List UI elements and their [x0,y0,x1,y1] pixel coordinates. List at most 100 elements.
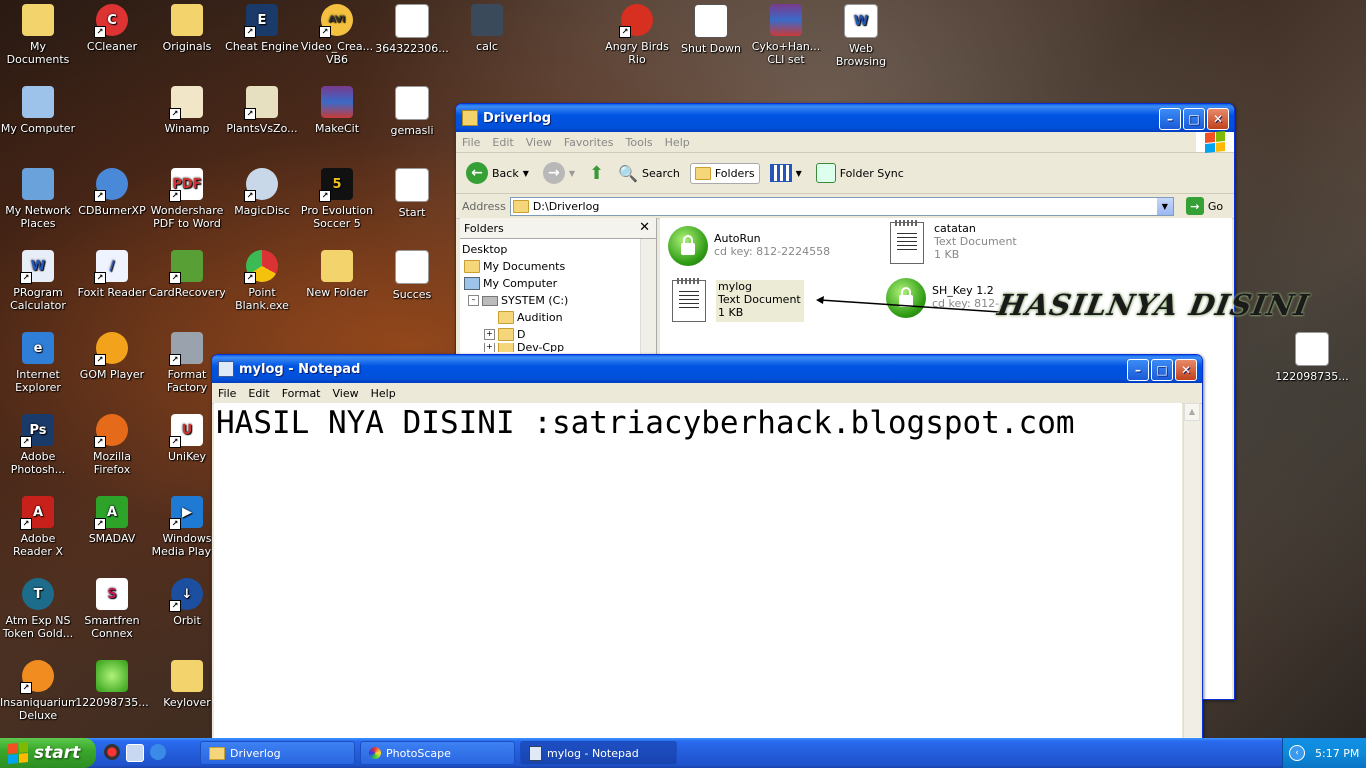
desktop-icon-calc[interactable]: calc [449,4,525,53]
show-desktop-icon[interactable] [126,744,144,762]
go-button[interactable]: → Go [1185,197,1223,215]
desktop-icon-magicdisc[interactable]: MagicDisc [224,168,300,217]
desktop-icon-cyko[interactable]: Cyko+Han... CLI set [748,4,824,66]
desktop-icon-ccleaner[interactable]: CCCleaner [74,4,150,53]
menu-view[interactable]: View [327,387,365,400]
desktop-icon-adobe-reader[interactable]: AAdobe Reader X [0,496,76,558]
menu-tools[interactable]: Tools [620,136,659,149]
desktop-icon-start[interactable]: Start [374,168,450,219]
menu-file[interactable]: File [456,136,486,149]
internet-explorer-icon[interactable] [150,744,166,760]
desktop-icon-new-folder[interactable]: New Folder [299,250,375,299]
desktop-icon-smartfren[interactable]: SSmartfren Connex CE6... [74,578,150,640]
desktop-icon-web-browsing[interactable]: W Web Browsing [823,4,899,68]
maximize-button[interactable]: □ [1183,108,1205,130]
minimize-button[interactable]: – [1127,359,1149,381]
record-icon[interactable] [104,744,120,760]
menu-help[interactable]: Help [365,387,402,400]
tree-item-my-documents[interactable]: My Documents [462,258,654,275]
tray-expand-icon[interactable]: ‹ [1289,745,1305,761]
menu-format[interactable]: Format [276,387,327,400]
desktop-icon-wondershare[interactable]: PDFWondershare PDF to Word [149,168,225,230]
tree-item-desktop[interactable]: Desktop [462,241,654,258]
folders-button[interactable]: Folders [689,162,760,184]
notepad-scrollbar[interactable]: ▲ [1183,403,1200,743]
tree-item-d[interactable]: + D [462,326,654,343]
desktop-icon-my-network-places[interactable]: My Network Places [0,168,76,230]
menu-file[interactable]: File [212,387,242,400]
desktop-icon-smadav[interactable]: ASMADAV [74,496,150,545]
desktop-icon-video-creator[interactable]: AVIVideo_Crea... VB6 [299,4,375,66]
menu-help[interactable]: Help [659,136,696,149]
tree-item-my-computer[interactable]: My Computer [462,275,654,292]
tree-item-system-c[interactable]: – SYSTEM (C:) [462,292,654,309]
desktop-icon-foxit-reader[interactable]: /Foxit Reader [74,250,150,299]
start-button[interactable]: start [0,738,96,768]
notepad-text-area[interactable]: HASIL NYA DISINI :satriacyberhack.blogsp… [214,403,1182,743]
menu-edit[interactable]: Edit [486,136,519,149]
desktop-icon-my-documents[interactable]: My Documents [0,4,76,66]
desktop-icon-adobe-photoshop[interactable]: PsAdobe Photosh... [0,414,76,476]
menu-favorites[interactable]: Favorites [558,136,620,149]
views-button[interactable]: ▼ [766,161,806,185]
minimize-button[interactable]: – [1159,108,1181,130]
desktop-icon-internet-explorer[interactable]: e Internet Explorer [0,332,76,394]
scroll-up-icon[interactable]: ▲ [1184,403,1200,421]
desktop-icon-insaniquarium[interactable]: Insaniquarium Deluxe [0,660,76,722]
desktop-icon-angry-birds[interactable]: Angry Birds Rio [599,4,675,66]
up-button[interactable]: ⬆ [585,160,608,187]
maximize-button[interactable]: □ [1151,359,1173,381]
file-autorun[interactable]: AutoRun cd key: 812-2224558 [668,226,830,266]
desktop-icon-pes5[interactable]: 5Pro Evolution Soccer 5 [299,168,375,230]
desktop-icon-succes[interactable]: Succes [374,250,450,301]
back-button[interactable]: ← Back ▼ [462,159,533,187]
desktop-icon-my-computer[interactable]: My Computer [0,86,76,135]
desktop-icon-makecit[interactable]: MakeCit [299,86,375,135]
chevron-down-icon[interactable]: ▼ [1156,197,1173,215]
notepad-window[interactable]: mylog - Notepad – □ ✕ File Edit Format V… [211,354,1203,744]
desktop-icon-122098735[interactable]: 122098735... [74,660,150,709]
file-catatan[interactable]: catatan Text Document 1 KB [886,220,1017,264]
desktop-icon-122098735-right[interactable]: 122098735... [1274,332,1350,383]
desktop-icon-mozilla-firefox[interactable]: Mozilla Firefox [74,414,150,476]
taskbar-button-notepad[interactable]: mylog - Notepad [520,741,677,765]
explorer-titlebar[interactable]: Driverlog – □ ✕ [456,104,1234,132]
desktop-icon-program-calculator[interactable]: WPRogram Calculator [0,250,76,312]
desktop-icon-plantsvszombies[interactable]: PlantsVsZo... [224,86,300,135]
desktop-icon-atm-exp[interactable]: T Atm Exp NS Token Gold... [0,578,76,640]
close-icon[interactable]: ✕ [639,220,650,235]
expand-icon[interactable]: + [484,329,495,340]
quick-launch [104,744,166,762]
expand-icon[interactable]: + [484,343,495,352]
collapse-icon[interactable]: – [468,295,479,306]
close-button[interactable]: ✕ [1207,108,1229,130]
menu-view[interactable]: View [520,136,558,149]
taskbar-button-driverlog[interactable]: Driverlog [200,741,355,765]
desktop-icon-gom-player[interactable]: GOM Player [74,332,150,381]
tree-item-audition[interactable]: Audition [462,309,654,326]
desktop-icon-cardrecovery[interactable]: CardRecovery [149,250,225,299]
adobe-reader-icon: A [20,496,54,530]
address-input[interactable]: D:\Driverlog ▼ [509,196,1174,216]
cd-icon [94,168,128,202]
desktop-icon-gemasli[interactable]: gemasli [374,86,450,137]
desktop-icon-cheat-engine[interactable]: ECheat Engine [224,4,300,53]
search-button[interactable]: 🔍 Search [614,161,684,186]
forward-button[interactable]: → ▼ [539,159,579,187]
desktop-icon-originals[interactable]: Originals [149,4,225,53]
tree-item-dev-cpp[interactable]: + Dev-Cpp [462,343,654,352]
close-button[interactable]: ✕ [1175,359,1197,381]
file-mylog[interactable]: mylog Text Document 1 KB [668,278,804,322]
desktop-icon-364322306[interactable]: 364322306... [374,4,450,55]
computer-icon [22,86,54,118]
folder-sync-button[interactable]: Folder Sync [812,160,908,186]
desktop-icon-cdburnerxp[interactable]: CDBurnerXP [74,168,150,217]
desktop-icon-winamp[interactable]: Winamp [149,86,225,135]
taskbar-button-photoscape[interactable]: PhotoScape [360,741,515,765]
explorer-toolbar: ← Back ▼ → ▼ ⬆ 🔍 Search Folders ▼ Folder Syn… [456,153,1234,194]
menu-edit[interactable]: Edit [242,387,275,400]
desktop-icon-point-blank[interactable]: Point Blank.exe [224,250,300,312]
notepad-titlebar[interactable]: mylog - Notepad – □ ✕ [212,355,1202,383]
desktop-icon-shut-down[interactable]: Shut Down [673,4,749,55]
clock[interactable]: 5:17 PM [1315,747,1359,760]
